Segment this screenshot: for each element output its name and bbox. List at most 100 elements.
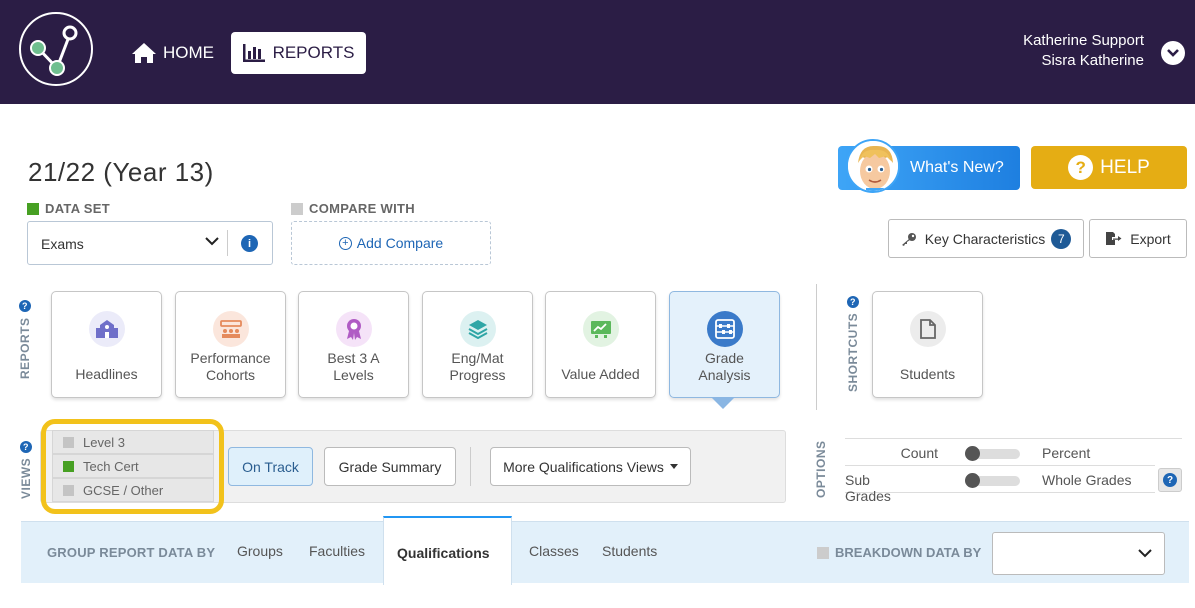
group-report-label: GROUP REPORT DATA BY — [47, 545, 216, 560]
more-qualifications-views-dropdown[interactable]: More Qualifications Views — [490, 447, 691, 486]
report-tile-label-line1: Best 3 A — [327, 350, 380, 366]
key-characteristics-button[interactable]: Key Characteristics 7 — [888, 219, 1084, 258]
toggle-knob[interactable] — [965, 446, 980, 461]
report-tile-value-added[interactable]: Value Added — [545, 291, 656, 398]
shortcuts-section-text: SHORTCUTS — [846, 312, 860, 392]
report-tile-label-line1: Eng/Mat — [451, 350, 504, 366]
report-tile-label-line1: Grade — [705, 350, 744, 366]
toggle-right-label: Whole Grades — [1042, 472, 1132, 488]
export-button[interactable]: Export — [1089, 219, 1187, 258]
nav-reports-button[interactable]: REPORTS — [231, 32, 366, 74]
help-button[interactable]: ? HELP — [1031, 146, 1187, 189]
shortcut-tile-label: Students — [899, 366, 956, 382]
tab-classes[interactable]: Classes — [529, 543, 579, 559]
tab-groups[interactable]: Groups — [237, 543, 283, 559]
report-tile-label-line1: Performance — [190, 350, 271, 366]
breakdown-checkbox[interactable] — [817, 546, 829, 559]
tab-faculties[interactable]: Faculties — [309, 543, 365, 559]
user-menu-chevron-icon[interactable] — [1161, 41, 1185, 65]
toggle-left-label: Sub Grades — [845, 472, 891, 504]
tab-students[interactable]: Students — [602, 543, 657, 559]
layers-icon — [460, 311, 496, 347]
help-circle-icon[interactable]: ? — [19, 300, 31, 313]
on-track-view-button[interactable]: On Track — [228, 447, 313, 486]
report-tile-label-line2: Analysis — [698, 367, 751, 383]
shortcut-tile-students[interactable]: Students — [872, 291, 983, 398]
plus-circle-icon: + — [338, 236, 352, 250]
dataset-label: DATA SET — [27, 201, 110, 216]
sisra-logo[interactable] — [19, 12, 93, 86]
report-tile-eng-mat-progress[interactable]: Eng/Mat Progress — [422, 291, 533, 398]
home-icon — [132, 43, 156, 63]
count-percent-toggle-row: Count Percent — [845, 438, 1182, 466]
page-title: 21/22 (Year 13) — [28, 157, 214, 187]
export-label: Export — [1130, 230, 1171, 247]
chevron-down-icon — [1138, 549, 1152, 558]
section-divider — [816, 284, 817, 410]
nav-reports-label: REPORTS — [272, 43, 355, 62]
reports-section-text: REPORTS — [18, 317, 32, 379]
dataset-value: Exams — [41, 236, 84, 252]
dataset-color-swatch — [27, 202, 39, 215]
report-tile-label: Value Added — [561, 366, 640, 382]
abacus-icon — [707, 311, 743, 347]
highlight-outline — [41, 419, 224, 514]
caret-down-icon — [669, 464, 678, 469]
user-info[interactable]: Katherine Support Sisra Katherine — [1023, 31, 1144, 71]
add-compare-label: Add Compare — [356, 235, 444, 251]
export-icon — [1106, 232, 1122, 245]
toggle-left-label: Count — [900, 445, 938, 461]
whats-new-label: What's New? — [910, 159, 1004, 176]
nav-home-link[interactable]: HOME — [131, 38, 214, 68]
report-tile-label-line2: Levels — [333, 367, 374, 383]
key-characteristics-count: 7 — [1051, 228, 1072, 249]
cohorts-icon — [213, 311, 249, 347]
reports-section-label: REPORTS ? — [18, 300, 32, 379]
report-tile-label-line2: Cohorts — [205, 367, 256, 383]
question-icon: ? — [1068, 155, 1094, 180]
key-icon — [901, 232, 916, 246]
views-section-label: VIEWS ? — [19, 440, 33, 499]
views-divider — [470, 447, 471, 486]
document-icon — [910, 311, 946, 347]
compare-color-swatch — [291, 202, 303, 215]
options-help-button[interactable]: ? — [1158, 468, 1182, 492]
whats-new-button[interactable]: What's New? — [838, 139, 1020, 193]
help-circle-icon[interactable]: ? — [847, 295, 859, 308]
help-circle-icon[interactable]: ? — [20, 440, 32, 453]
chevron-down-icon — [205, 237, 219, 246]
org-name: Sisra Katherine — [1041, 52, 1144, 69]
cartoon-avatar-icon — [846, 139, 900, 193]
ribbon-icon — [336, 311, 372, 347]
grade-summary-label: Grade Summary — [338, 458, 442, 475]
select-divider — [227, 230, 228, 256]
options-section-text: OPTIONS — [814, 440, 828, 498]
dataset-select[interactable]: Exams i — [27, 221, 273, 265]
breakdown-label: BREAKDOWN DATA BY — [817, 545, 981, 560]
tab-qualifications[interactable]: Qualifications — [383, 516, 512, 585]
bar-chart-icon — [242, 44, 265, 62]
report-tile-performance-cohorts[interactable]: Performance Cohorts — [175, 291, 286, 398]
breakdown-label-text: BREAKDOWN DATA BY — [835, 545, 982, 560]
grades-toggle-row: Sub Grades Whole Grades — [845, 465, 1155, 504]
report-tile-grade-analysis[interactable]: Grade Analysis — [669, 291, 780, 398]
toggle-knob[interactable] — [965, 473, 980, 488]
report-tile-label: Headlines — [75, 366, 138, 382]
report-tile-label-line2: Progress — [449, 367, 506, 383]
chart-board-icon — [583, 311, 619, 347]
key-characteristics-label: Key Characteristics — [924, 230, 1046, 247]
add-compare-button[interactable]: + Add Compare — [291, 221, 491, 265]
group-report-bar: GROUP REPORT DATA BY Groups Faculties Qu… — [21, 516, 1189, 585]
info-icon[interactable]: i — [241, 235, 258, 252]
breakdown-select[interactable] — [992, 532, 1165, 575]
report-tile-best-3-a-levels[interactable]: Best 3 A Levels — [298, 291, 409, 398]
school-icon — [89, 311, 125, 347]
grade-summary-view-button[interactable]: Grade Summary — [324, 447, 456, 486]
help-label: HELP — [1100, 156, 1150, 178]
user-name: Katherine Support — [1023, 32, 1144, 49]
dataset-label-text: DATA SET — [45, 201, 110, 216]
options-section-label: OPTIONS — [814, 440, 828, 498]
report-tile-headlines[interactable]: Headlines — [51, 291, 162, 398]
on-track-label: On Track — [242, 458, 299, 475]
shortcuts-section-label: SHORTCUTS ? — [846, 295, 860, 392]
